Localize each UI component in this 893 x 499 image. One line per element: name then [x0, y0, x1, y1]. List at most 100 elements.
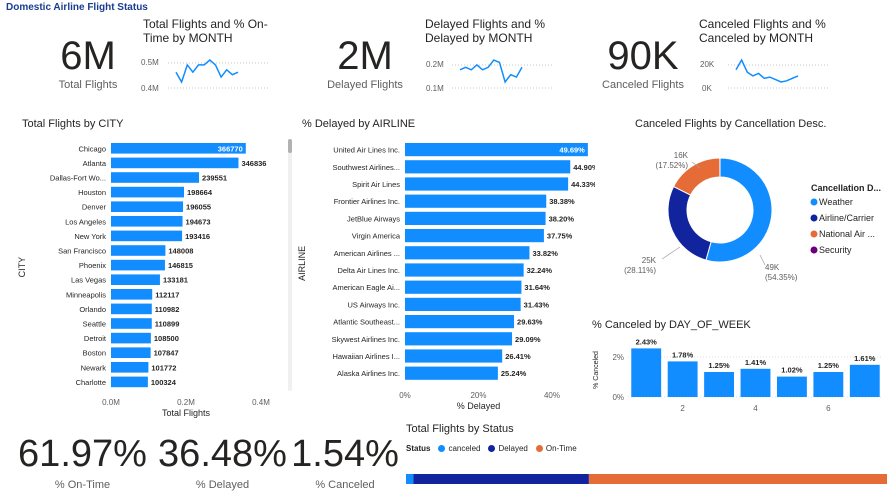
kpi-total-flights-value: 6M — [60, 34, 116, 78]
donut-slice[interactable] — [667, 185, 712, 261]
legend-dot-icon — [810, 246, 818, 254]
category-label: Delta Air Lines Inc. — [337, 266, 400, 275]
spark-delayed-tick-low: 0.1M — [426, 84, 444, 93]
bar[interactable] — [405, 315, 515, 329]
airline-bar-chart: AIRLINE United Air Lines Inc. 49.69% Southw… — [297, 143, 595, 411]
bar[interactable] — [405, 160, 571, 174]
scrollbar-thumb[interactable] — [288, 139, 292, 153]
category-label: Newark — [81, 363, 107, 372]
legend-dot-icon — [535, 445, 543, 452]
bar[interactable] — [740, 368, 771, 397]
donut-legend-item[interactable]: Airline/Carrier — [819, 213, 874, 223]
data-label: 239551 — [202, 174, 227, 183]
bar[interactable] — [631, 348, 662, 397]
bar[interactable] — [405, 297, 521, 311]
pct-delayed-value: 36.48% — [158, 433, 287, 475]
pct-canceled-value: 1.54% — [291, 433, 399, 475]
pct-on-time-value: 61.97% — [18, 433, 147, 475]
spark-delayed-chart — [452, 59, 552, 89]
slice-value-label: 49K — [765, 263, 780, 272]
bar[interactable] — [111, 318, 152, 329]
category-label: Frontier Airlines Inc. — [334, 197, 400, 206]
bar[interactable] — [111, 259, 165, 271]
bar[interactable] — [405, 229, 544, 243]
status-segment[interactable] — [413, 474, 589, 484]
category-label: Atlanta — [83, 159, 107, 168]
bar[interactable] — [849, 364, 880, 397]
bar[interactable] — [111, 362, 149, 373]
kpi-total-flights-label: Total Flights — [58, 79, 118, 91]
bar[interactable] — [111, 289, 153, 300]
status-segment[interactable] — [588, 474, 887, 484]
spark-delayed-title: Delayed Flights and % Delayed by MONTH — [425, 17, 546, 45]
bar[interactable] — [405, 177, 569, 191]
kpi-delayed-label: Delayed Flights — [327, 79, 403, 91]
bar[interactable] — [111, 245, 166, 256]
slice-pct-label: (17.52%) — [656, 161, 689, 170]
data-label: 44.33% — [571, 180, 595, 189]
slice-pct-label: (28.11%) — [624, 266, 656, 275]
data-label: 1.02% — [781, 366, 803, 375]
donut-legend-item[interactable]: Security — [819, 245, 852, 255]
bar[interactable] — [405, 349, 503, 363]
data-label: 31.43% — [524, 300, 550, 309]
data-label: 346836 — [241, 159, 266, 168]
bar[interactable] — [405, 211, 546, 225]
data-label: 29.09% — [515, 335, 541, 344]
dow-bar-chart: % Canceled 2% 0% 2.43% 1.78% 1.25% 1.41% 1.02% 1… — [593, 337, 883, 413]
slice-value-label: 16K — [674, 151, 689, 160]
data-label: 108500 — [154, 334, 179, 343]
bar[interactable] — [405, 366, 498, 380]
status-legend-delayed[interactable]: Delayed — [488, 444, 528, 453]
data-label: 32.24% — [527, 266, 553, 275]
category-label: Minneapolis — [66, 290, 106, 299]
bar[interactable] — [813, 372, 844, 397]
bar[interactable] — [405, 194, 547, 208]
data-label: 26.41% — [505, 352, 531, 361]
bar[interactable] — [111, 303, 152, 315]
category-label: Spirit Air Lines — [352, 180, 400, 189]
bar[interactable] — [776, 376, 807, 397]
bar[interactable] — [111, 216, 183, 227]
bar[interactable] — [405, 332, 513, 346]
bar[interactable] — [111, 186, 185, 198]
status-legend-on-time[interactable]: On-Time — [535, 444, 577, 453]
bar[interactable] — [111, 376, 148, 388]
bar[interactable] — [111, 201, 184, 212]
bar[interactable] — [111, 230, 183, 242]
data-label: 38.38% — [549, 197, 575, 206]
category-label: Las Vegas — [71, 276, 106, 285]
scrollbar-track[interactable] — [288, 139, 292, 391]
legend-dot-icon — [810, 230, 818, 238]
category-label: Phoenix — [79, 261, 106, 270]
bar[interactable] — [111, 172, 200, 183]
bar[interactable] — [111, 347, 151, 358]
category-label: Seattle — [83, 320, 106, 329]
dow-chart-title: % Canceled by DAY_OF_WEEK — [592, 319, 751, 331]
data-label: 44.90% — [573, 163, 595, 172]
spark-total-tick-low: 0.4M — [141, 84, 159, 93]
status-segment[interactable] — [406, 474, 414, 484]
donut-legend-item[interactable]: Weather — [819, 197, 853, 207]
data-label: 1.61% — [854, 354, 876, 363]
status-legend-canceled[interactable]: canceled — [438, 444, 480, 453]
bar[interactable] — [405, 263, 524, 277]
donut-chart-title: Canceled Flights by Cancellation Desc. — [635, 118, 827, 130]
airlineChart-y-axis-title: AIRLINE — [297, 246, 307, 281]
donut-legend-item[interactable]: National Air ... — [819, 229, 875, 239]
bar[interactable] — [704, 372, 735, 397]
bar[interactable] — [111, 157, 239, 169]
y-tick-label: 0% — [612, 393, 624, 402]
x-tick-label: 0.4M — [252, 398, 270, 407]
bar[interactable] — [405, 280, 522, 294]
category-label: Hawaiian Airlines I... — [332, 352, 400, 361]
category-label: Denver — [82, 203, 107, 212]
bar[interactable] — [667, 361, 698, 397]
bar[interactable] — [405, 246, 530, 260]
x-tick-label: 0% — [399, 391, 411, 400]
status-chart-title: Total Flights by Status — [406, 423, 514, 435]
bar[interactable] — [111, 274, 160, 285]
data-label: 2.43% — [636, 337, 658, 346]
bar[interactable] — [111, 332, 151, 344]
pct-on-time-label: % On-Time — [54, 479, 111, 491]
